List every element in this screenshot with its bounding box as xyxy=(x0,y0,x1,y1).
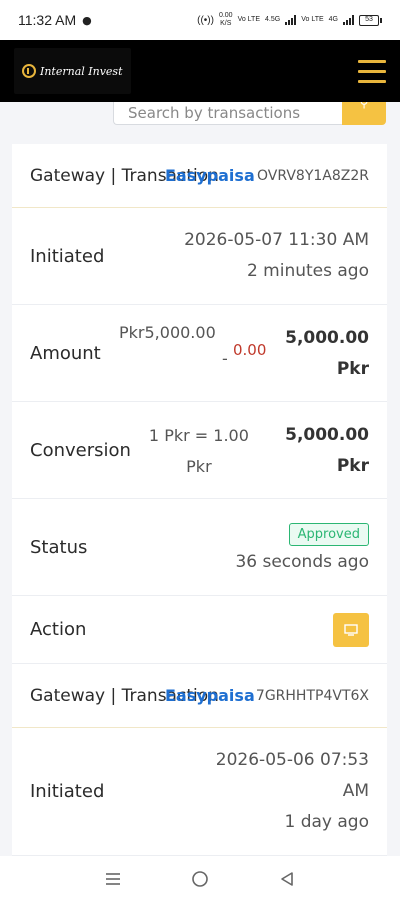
transaction-header: Gateway | Transaction Easypaisa OVRV8Y1A… xyxy=(12,144,387,208)
desktop-icon xyxy=(344,623,358,636)
status-time: 11:32 AM xyxy=(18,12,77,28)
amount-dash: - xyxy=(222,349,228,368)
amount-total-currency: Pkr xyxy=(336,359,369,379)
initiated-row: Initiated 2026-05-06 07:53 AM 1 day ago xyxy=(12,728,387,856)
network-type-1: 4.5G xyxy=(265,16,281,23)
conversion-total: 5,000.00 xyxy=(285,425,369,445)
volte-1: Vo LTE xyxy=(237,16,261,23)
initiated-ampm: AM xyxy=(342,781,369,801)
battery-level: 53 xyxy=(359,14,379,26)
amount-label: Amount xyxy=(30,342,101,364)
conversion-row: Conversion 1 Pkr = 1.00 Pkr 5,000.00 Pkr xyxy=(12,402,387,499)
transaction-id: OVRV8Y1A8Z2R xyxy=(257,167,369,184)
signal-1-icon xyxy=(285,15,297,25)
back-icon xyxy=(280,872,293,886)
amount-value: Pkr5,000.00 xyxy=(119,323,216,342)
signal-2-icon xyxy=(343,15,354,25)
home-icon xyxy=(192,871,208,887)
conversion-total-currency: Pkr xyxy=(336,456,369,476)
gateway-name: Easypaisa xyxy=(165,686,255,705)
transaction-header: Gateway | Transaction Easypaisa 7GRHHTP4… xyxy=(12,664,387,728)
transaction-id: 7GRHHTP4VT6X xyxy=(255,687,369,704)
status-label: Status xyxy=(30,536,88,558)
conversion-rate-currency: Pkr xyxy=(186,457,212,476)
status-icons: ((•)) 0.00 K/S Vo LTE 4.5G Vo LTE 4G 53 xyxy=(197,12,382,28)
back-button[interactable] xyxy=(267,864,307,894)
recent-apps-icon xyxy=(106,873,121,885)
brand-logo[interactable]: Internal Invest xyxy=(14,48,131,94)
initiated-date: 2026-05-06 07:53 xyxy=(215,750,369,770)
amount-row: Amount Pkr5,000.00 - 0.00 5,000.00 Pkr xyxy=(12,305,387,402)
brand-name: Internal Invest xyxy=(40,64,123,78)
status-row: Status Approved 36 seconds ago xyxy=(12,499,387,596)
initiated-datetime: 2026-05-07 11:30 AM xyxy=(184,230,369,250)
hamburger-menu-icon[interactable] xyxy=(358,59,386,83)
battery-icon: 53 xyxy=(359,14,382,26)
initiated-ago: 1 day ago xyxy=(284,812,369,832)
action-label: Action xyxy=(30,619,87,640)
app-header: Internal Invest xyxy=(0,40,400,102)
amount-total: 5,000.00 xyxy=(285,328,369,348)
status-badge: Approved xyxy=(288,522,369,546)
network-speed: 0.00 K/S xyxy=(219,12,233,28)
volte-2: Vo LTE xyxy=(301,16,324,23)
speed-unit: K/S xyxy=(220,20,232,27)
home-button[interactable] xyxy=(180,864,220,894)
recent-apps-button[interactable] xyxy=(93,864,133,894)
hotspot-icon: ((•)) xyxy=(197,14,214,26)
system-status-bar: 11:32 AM ● ((•)) 0.00 K/S Vo LTE 4.5G Vo… xyxy=(0,0,400,40)
gateway-name: Easypaisa xyxy=(165,166,255,185)
action-row: Action xyxy=(12,596,387,664)
conversion-rate: 1 Pkr = 1.00 xyxy=(148,426,249,445)
network-type-2: 4G xyxy=(328,16,338,23)
logo-icon xyxy=(22,64,36,78)
transactions-list: Gateway | Transaction Easypaisa OVRV8Y1A… xyxy=(12,144,387,856)
system-nav-bar xyxy=(0,856,400,902)
view-details-button[interactable] xyxy=(333,612,369,647)
initiated-row: Initiated 2026-05-07 11:30 AM 2 minutes … xyxy=(12,208,387,305)
status-ago: 36 seconds ago xyxy=(235,551,369,572)
initiated-label: Initiated xyxy=(30,245,105,267)
conversion-label: Conversion xyxy=(30,439,131,461)
charge-value: 0.00 xyxy=(233,341,267,359)
chat-icon: ● xyxy=(82,13,92,27)
speed-value: 0.00 xyxy=(218,12,233,19)
initiated-ago: 2 minutes ago xyxy=(246,261,369,281)
initiated-label: Initiated xyxy=(30,781,105,802)
